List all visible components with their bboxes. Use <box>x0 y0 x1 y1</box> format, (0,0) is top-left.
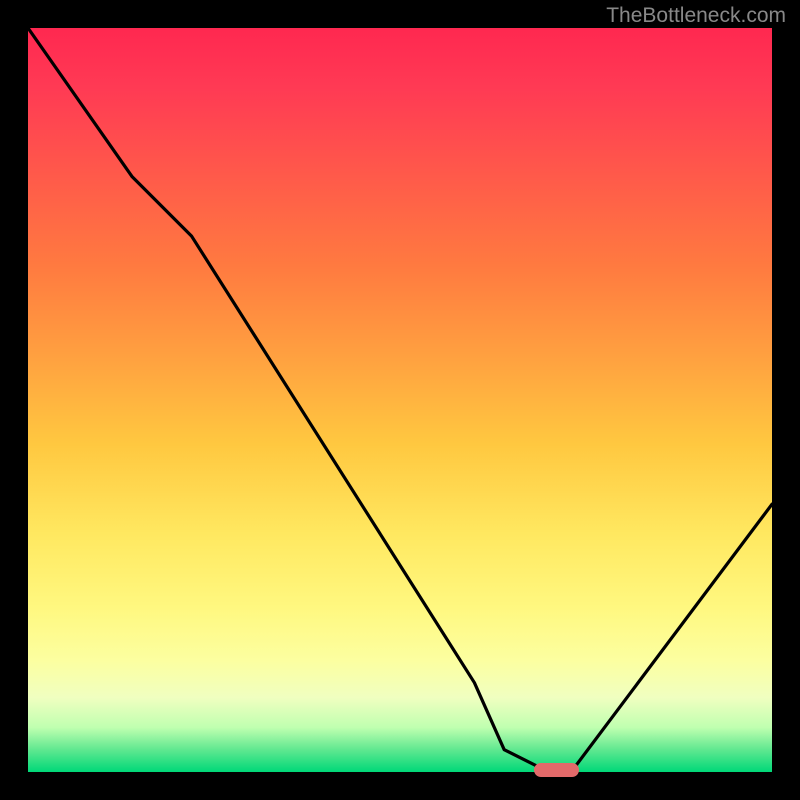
bottleneck-curve <box>28 28 772 772</box>
watermark-text: TheBottleneck.com <box>606 4 786 28</box>
optimal-marker <box>534 763 579 777</box>
chart-plot-area <box>28 28 772 772</box>
